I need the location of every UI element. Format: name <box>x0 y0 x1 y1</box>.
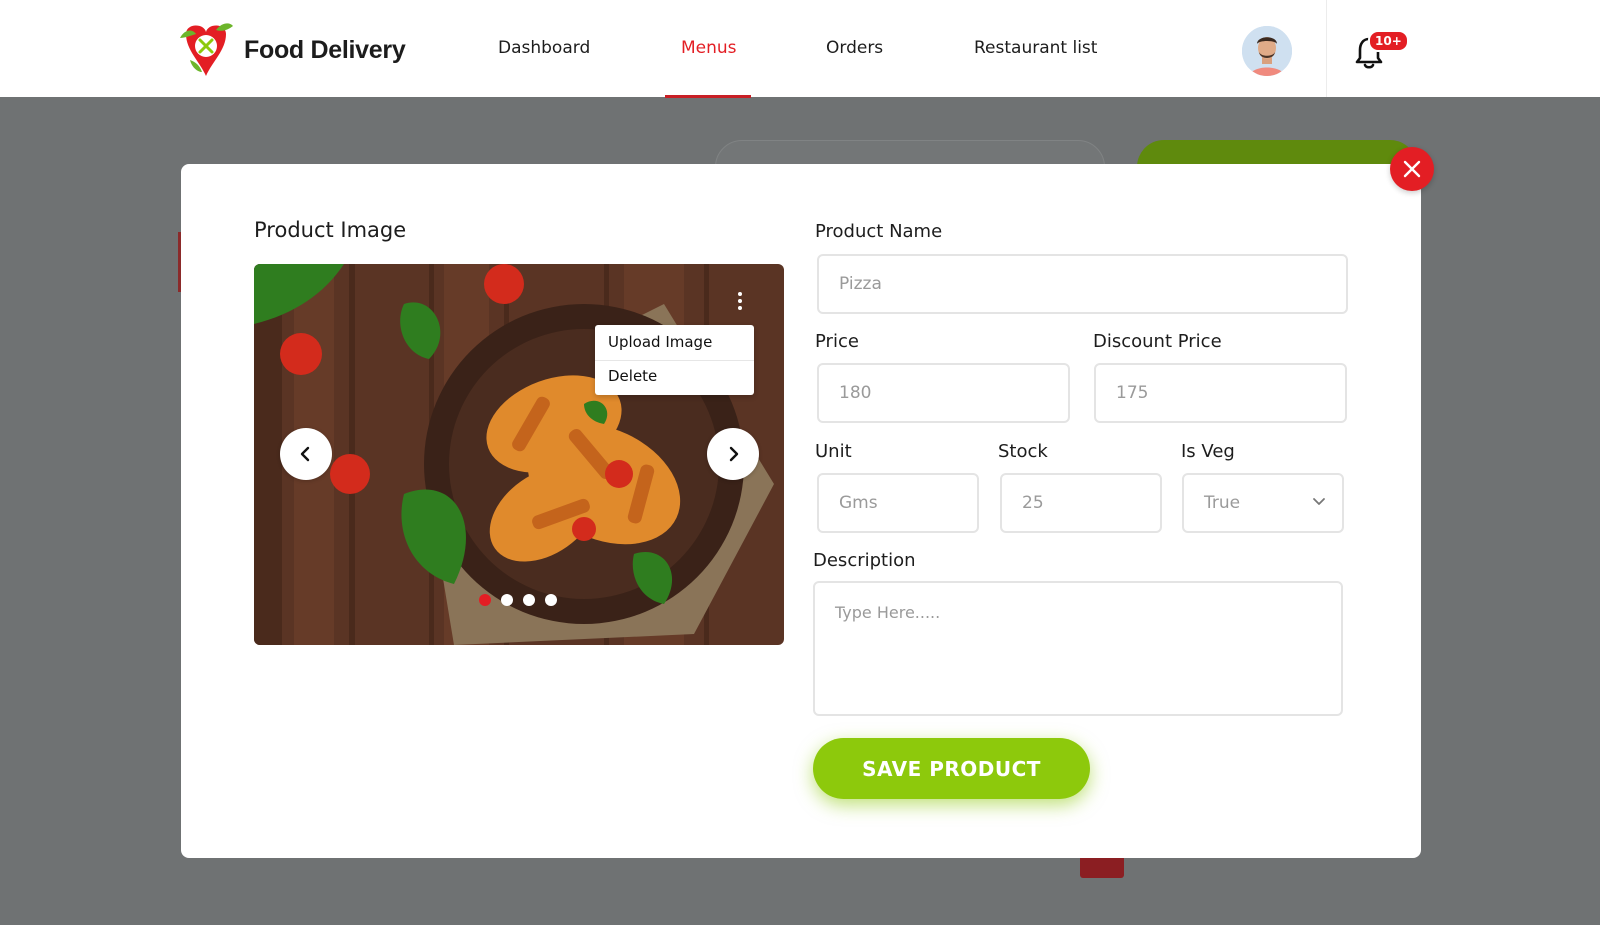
carousel-dot[interactable] <box>545 594 557 606</box>
image-options-menu: Upload Image Delete <box>595 325 754 395</box>
description-label: Description <box>813 550 916 571</box>
discount-price-label: Discount Price <box>1093 331 1222 352</box>
user-avatar[interactable] <box>1242 26 1292 76</box>
unit-input[interactable] <box>819 475 977 531</box>
description-field[interactable] <box>813 581 1343 716</box>
carousel-prev-button[interactable] <box>280 428 332 480</box>
save-product-button[interactable]: SAVE PRODUCT <box>813 738 1090 799</box>
carousel-dots <box>479 594 567 606</box>
stock-field[interactable] <box>1000 473 1162 533</box>
close-icon <box>1403 160 1421 178</box>
chevron-down-icon <box>1313 498 1325 505</box>
unit-field[interactable] <box>817 473 979 533</box>
nav-active-indicator <box>665 95 751 98</box>
product-image-carousel: Upload Image Delete <box>254 264 784 645</box>
chevron-right-icon <box>729 446 739 462</box>
notification-count-badge: 10+ <box>1368 30 1409 52</box>
user-avatar-icon <box>1242 26 1292 76</box>
product-image-label: Product Image <box>254 218 407 242</box>
stock-label: Stock <box>998 441 1048 462</box>
is-veg-value: True <box>1204 493 1241 513</box>
is-veg-select[interactable]: True <box>1182 473 1344 533</box>
product-name-field[interactable] <box>817 254 1348 314</box>
close-modal-button[interactable] <box>1390 147 1434 191</box>
discount-price-input[interactable] <box>1096 365 1345 421</box>
carousel-next-button[interactable] <box>707 428 759 480</box>
brand[interactable]: Food Delivery <box>178 20 406 80</box>
product-name-input[interactable] <box>819 256 1346 312</box>
food-delivery-logo-icon <box>180 23 233 77</box>
nav-orders[interactable]: Orders <box>826 38 883 58</box>
pasta-dish-image <box>254 264 784 645</box>
description-input[interactable] <box>815 583 1341 714</box>
price-input[interactable] <box>819 365 1068 421</box>
upload-image-menu-item[interactable]: Upload Image <box>595 325 754 360</box>
top-navigation-bar: Food Delivery Dashboard Menus Orders Res… <box>0 0 1600 97</box>
brand-name: Food Delivery <box>244 35 406 64</box>
image-options-kebab-icon[interactable] <box>735 292 745 316</box>
price-field[interactable] <box>817 363 1070 423</box>
stock-input[interactable] <box>1002 475 1160 531</box>
product-name-label: Product Name <box>815 221 943 242</box>
nav-menus[interactable]: Menus <box>681 38 737 58</box>
unit-label: Unit <box>815 441 852 462</box>
chevron-left-icon <box>300 446 310 462</box>
header-divider <box>1326 0 1327 97</box>
carousel-dot[interactable] <box>479 594 491 606</box>
carousel-dot[interactable] <box>523 594 535 606</box>
carousel-dot[interactable] <box>501 594 513 606</box>
delete-image-menu-item[interactable]: Delete <box>595 360 754 394</box>
price-label: Price <box>815 331 859 352</box>
discount-price-field[interactable] <box>1094 363 1347 423</box>
nav-dashboard[interactable]: Dashboard <box>498 38 590 58</box>
is-veg-label: Is Veg <box>1181 441 1235 462</box>
nav-restaurant-list[interactable]: Restaurant list <box>974 38 1097 58</box>
